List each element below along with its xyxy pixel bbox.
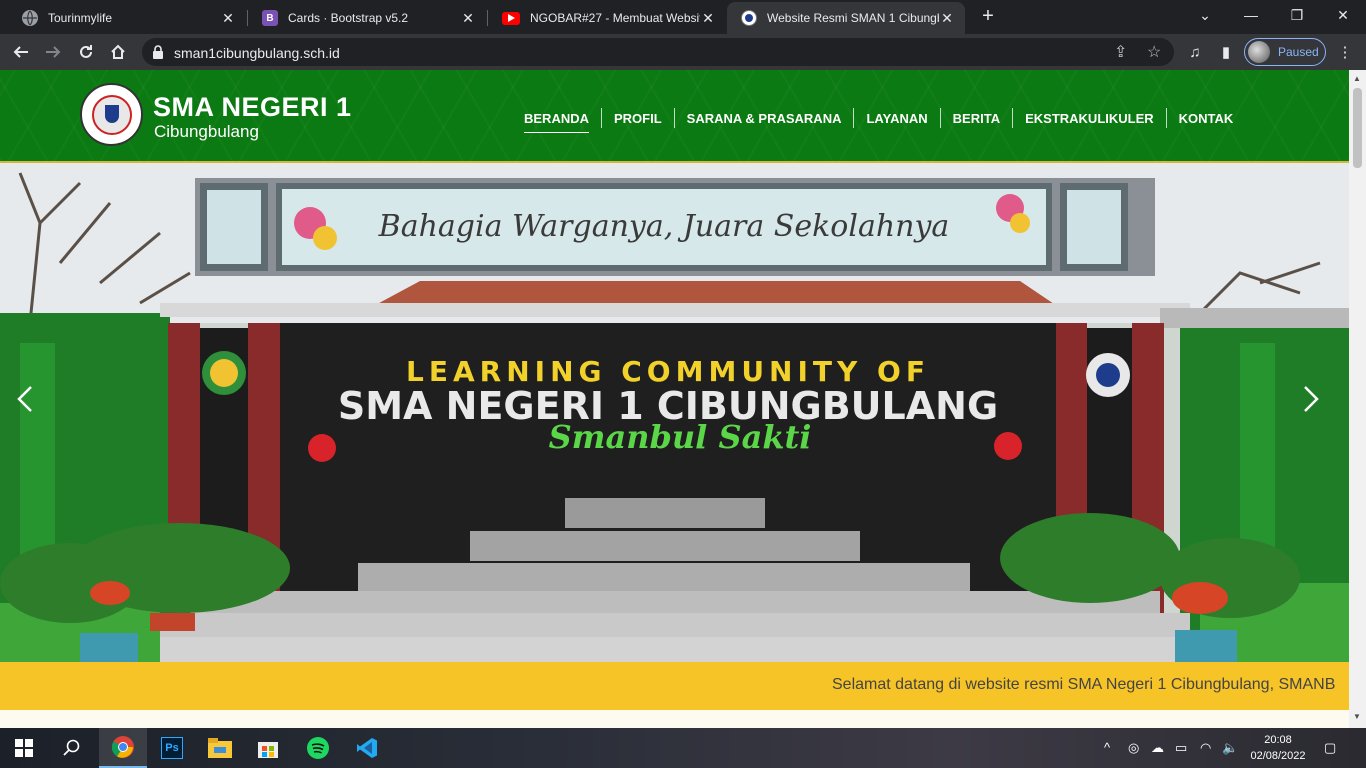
tab-youtube-ngobar[interactable]: NGOBAR#27 - Membuat Website ✕ bbox=[488, 2, 726, 34]
banner-text: Bahagia Warganya, Juara Sekolahnya bbox=[378, 209, 950, 244]
wifi-icon[interactable]: ◠ bbox=[1200, 740, 1211, 756]
hero-image: Bahagia Warganya, Juara Sekolahnya LEARN… bbox=[0, 163, 1349, 662]
nav-layanan[interactable]: LAYANAN bbox=[854, 111, 939, 126]
tab-title: Cards · Bootstrap v5.2 bbox=[288, 11, 409, 25]
tab-sman1-website[interactable]: Website Resmi SMAN 1 Cibungbu ✕ bbox=[727, 2, 965, 34]
scroll-down-icon[interactable]: ▼ bbox=[1353, 712, 1361, 721]
tab-search-icon[interactable]: ⌄ bbox=[1182, 0, 1228, 30]
search-button[interactable] bbox=[48, 728, 96, 768]
spotify-icon bbox=[307, 737, 329, 759]
browser-toolbar: sman1cibungbulang.sch.id ⇪ ☆ ♫ ▮ Paused … bbox=[0, 34, 1366, 70]
close-icon[interactable]: ✕ bbox=[460, 10, 476, 27]
main-nav: BERANDA PROFIL SARANA & PRASARANA LAYANA… bbox=[512, 108, 1246, 133]
tab-title: Website Resmi SMAN 1 Cibungbu bbox=[767, 11, 939, 25]
new-tab-button[interactable]: + bbox=[976, 5, 1000, 29]
ticker-text: Selamat datang di website resmi SMA Nege… bbox=[832, 676, 1336, 693]
school-logo[interactable] bbox=[80, 83, 143, 146]
brand-subtitle[interactable]: Cibungbulang bbox=[154, 122, 259, 142]
taskbar-chrome[interactable] bbox=[99, 728, 147, 768]
store-icon bbox=[258, 742, 278, 758]
back-button[interactable] bbox=[8, 39, 34, 65]
profile-button[interactable]: Paused bbox=[1244, 38, 1326, 66]
clock-date: 02/08/2022 bbox=[1250, 750, 1306, 762]
forward-arrow-icon bbox=[46, 46, 61, 58]
page-viewport: SMA NEGERI 1 Cibungbulang BERANDA PROFIL… bbox=[0, 70, 1349, 728]
home-button[interactable] bbox=[105, 39, 131, 65]
hero-carousel: Bahagia Warganya, Juara Sekolahnya LEARN… bbox=[0, 163, 1349, 662]
tab-title: NGOBAR#27 - Membuat Website bbox=[530, 11, 700, 25]
restore-button[interactable]: ❐ bbox=[1274, 0, 1320, 30]
tray-overflow-icon[interactable]: ^ bbox=[1104, 740, 1110, 755]
minimize-button[interactable]: ― bbox=[1228, 0, 1274, 30]
search-icon bbox=[63, 739, 80, 756]
carousel-prev-button[interactable] bbox=[16, 385, 48, 435]
taskbar-vscode[interactable] bbox=[343, 728, 391, 768]
url-text[interactable]: sman1cibungbulang.sch.id bbox=[174, 45, 340, 61]
notification-icon[interactable]: ▢ bbox=[1324, 740, 1336, 756]
reload-icon bbox=[80, 45, 92, 58]
nav-profil[interactable]: PROFIL bbox=[602, 111, 674, 126]
nav-beranda[interactable]: BERANDA bbox=[512, 111, 601, 133]
windows-taskbar: Ps ^ ◎ ☁ ▭ ◠ 🔈 20:08 02/08/2022 ▢ bbox=[0, 728, 1366, 768]
bootstrap-icon: B bbox=[262, 10, 278, 26]
home-icon bbox=[111, 44, 125, 59]
scrollbar-thumb[interactable] bbox=[1353, 88, 1362, 168]
nav-berita[interactable]: BERITA bbox=[941, 111, 1012, 126]
taskbar-photoshop[interactable]: Ps bbox=[148, 728, 196, 768]
side-panel-icon[interactable]: ▮ bbox=[1213, 39, 1239, 65]
start-button[interactable] bbox=[0, 728, 48, 768]
site-header: SMA NEGERI 1 Cibungbulang BERANDA PROFIL… bbox=[0, 70, 1349, 163]
close-icon[interactable]: ✕ bbox=[700, 10, 716, 27]
nav-kontak[interactable]: KONTAK bbox=[1167, 111, 1246, 126]
school-favicon bbox=[741, 10, 757, 26]
lock-icon[interactable] bbox=[152, 45, 164, 59]
reload-button[interactable] bbox=[73, 39, 99, 65]
nav-ekstrakulikuler[interactable]: EKSTRAKULIKULER bbox=[1013, 111, 1166, 126]
window-controls: ⌄ ― ❐ ✕ bbox=[1182, 0, 1366, 30]
media-control-icon[interactable]: ♫ bbox=[1182, 39, 1208, 65]
page-next-section bbox=[0, 710, 1349, 728]
close-window-button[interactable]: ✕ bbox=[1320, 0, 1366, 30]
onedrive-icon[interactable]: ☁ bbox=[1151, 740, 1164, 756]
close-icon[interactable]: ✕ bbox=[220, 10, 236, 27]
address-bar[interactable]: sman1cibungbulang.sch.id ⇪ ☆ bbox=[142, 38, 1174, 66]
menu-kebab-icon[interactable]: ⋮ bbox=[1332, 39, 1358, 65]
close-icon[interactable]: ✕ bbox=[939, 10, 955, 27]
scroll-up-icon[interactable]: ▲ bbox=[1353, 74, 1361, 83]
tab-title: Tourinmylife bbox=[48, 11, 113, 25]
globe-icon bbox=[22, 10, 38, 26]
clock-time: 20:08 bbox=[1264, 734, 1292, 746]
camera-icon[interactable]: ◎ bbox=[1128, 740, 1139, 756]
taskbar-store[interactable] bbox=[244, 728, 292, 768]
page-scrollbar[interactable]: ▲ ▼ bbox=[1349, 70, 1366, 728]
chrome-icon bbox=[111, 736, 134, 758]
brand-title[interactable]: SMA NEGERI 1 bbox=[153, 92, 352, 123]
chevron-left-icon bbox=[17, 386, 32, 412]
taskbar-file-explorer[interactable] bbox=[196, 728, 244, 768]
carousel-next-button[interactable] bbox=[1302, 385, 1334, 435]
news-ticker: Selamat datang di website resmi SMA Nege… bbox=[0, 662, 1349, 710]
volume-icon[interactable]: 🔈 bbox=[1222, 740, 1238, 756]
system-clock[interactable]: 20:08 02/08/2022 bbox=[1246, 732, 1310, 764]
tab-bootstrap-cards[interactable]: B Cards · Bootstrap v5.2 ✕ bbox=[248, 2, 486, 34]
hero-line-3: Smanbul Sakti bbox=[549, 418, 812, 456]
avatar bbox=[1248, 41, 1270, 63]
bookmark-star-icon[interactable]: ☆ bbox=[1147, 42, 1161, 62]
vscode-icon bbox=[357, 738, 377, 758]
nav-sarana-prasarana[interactable]: SARANA & PRASARANA bbox=[675, 111, 854, 126]
photoshop-icon: Ps bbox=[161, 737, 183, 759]
browser-tabstrip: Tourinmylife ✕ B Cards · Bootstrap v5.2 … bbox=[0, 0, 1366, 34]
windows-logo-icon bbox=[15, 739, 33, 757]
share-icon[interactable]: ⇪ bbox=[1114, 42, 1127, 62]
tab-tourinmylife[interactable]: Tourinmylife ✕ bbox=[8, 2, 246, 34]
folder-icon bbox=[208, 738, 232, 758]
taskbar-spotify[interactable] bbox=[294, 728, 342, 768]
profile-status: Paused bbox=[1278, 45, 1319, 59]
youtube-icon bbox=[502, 11, 520, 25]
back-arrow-icon bbox=[13, 46, 28, 58]
battery-icon[interactable]: ▭ bbox=[1175, 740, 1187, 756]
forward-button[interactable] bbox=[40, 39, 66, 65]
chevron-right-icon bbox=[1304, 386, 1319, 412]
